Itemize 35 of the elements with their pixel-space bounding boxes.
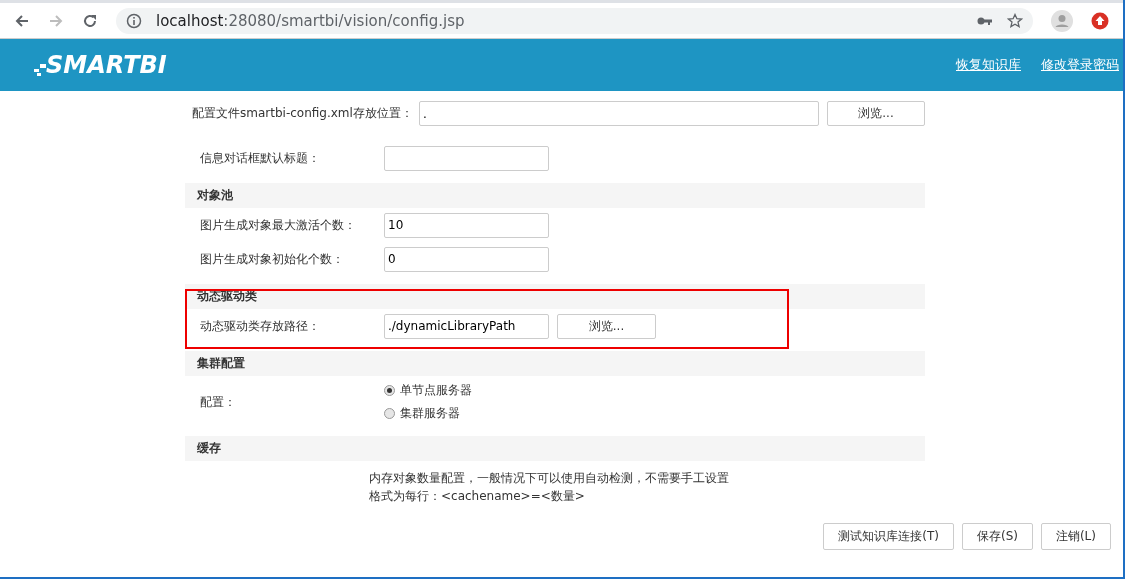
address-bar[interactable]: localhost:28080/smartbi/vision/config.jsp <box>116 7 1033 34</box>
section-header: 对象池 <box>185 183 925 208</box>
field-label: 动态驱动类存放路径： <box>200 317 321 335</box>
input-field[interactable]: 10 <box>384 212 549 238</box>
back-icon[interactable] <box>14 12 30 29</box>
update-icon[interactable] <box>1091 11 1109 30</box>
action-button[interactable]: 保存(S) <box>961 523 1033 550</box>
url-text: localhost:28080/smartbi/vision/config.jsp <box>156 11 465 30</box>
action-button[interactable]: 测试知识库连接(T) <box>823 523 954 550</box>
field-label: 信息对话框默认标题： <box>200 149 321 167</box>
radio-option[interactable]: 集群服务器 <box>384 405 472 422</box>
browse-button[interactable]: 浏览... <box>827 101 925 126</box>
input-field[interactable]: . <box>418 101 820 126</box>
section-header: 缓存 <box>185 436 925 461</box>
input-field[interactable]: 0 <box>384 246 549 272</box>
star-icon[interactable] <box>1007 12 1023 29</box>
avatar-icon[interactable] <box>1051 9 1073 32</box>
info-icon[interactable] <box>126 12 142 29</box>
key-icon[interactable] <box>977 15 993 26</box>
field-label: 配置文件smartbi-config.xml存放位置： <box>192 105 413 122</box>
logo: SMARTBI <box>34 51 167 79</box>
browse-button[interactable]: 浏览... <box>557 313 656 339</box>
help-text: 格式为每行：<cachename>=<数量> <box>369 488 586 505</box>
logo-dots-icon <box>34 64 46 76</box>
reload-icon[interactable] <box>82 12 98 29</box>
section-header: 集群配置 <box>185 351 925 376</box>
radio-option[interactable]: 单节点服务器 <box>384 382 472 399</box>
section-header: 动态驱动类 <box>185 284 925 309</box>
input-field[interactable] <box>384 145 549 171</box>
input-field[interactable]: ./dynamicLibraryPath <box>384 313 549 339</box>
field-label: 配置： <box>200 393 237 411</box>
help-text: 内存对象数量配置，一般情况下可以使用自动检测，不需要手工设置 <box>369 470 730 487</box>
field-label: 图片生成对象初始化个数： <box>200 250 345 268</box>
field-label: 图片生成对象最大激活个数： <box>200 216 357 234</box>
action-button[interactable]: 注销(L) <box>1040 523 1111 550</box>
